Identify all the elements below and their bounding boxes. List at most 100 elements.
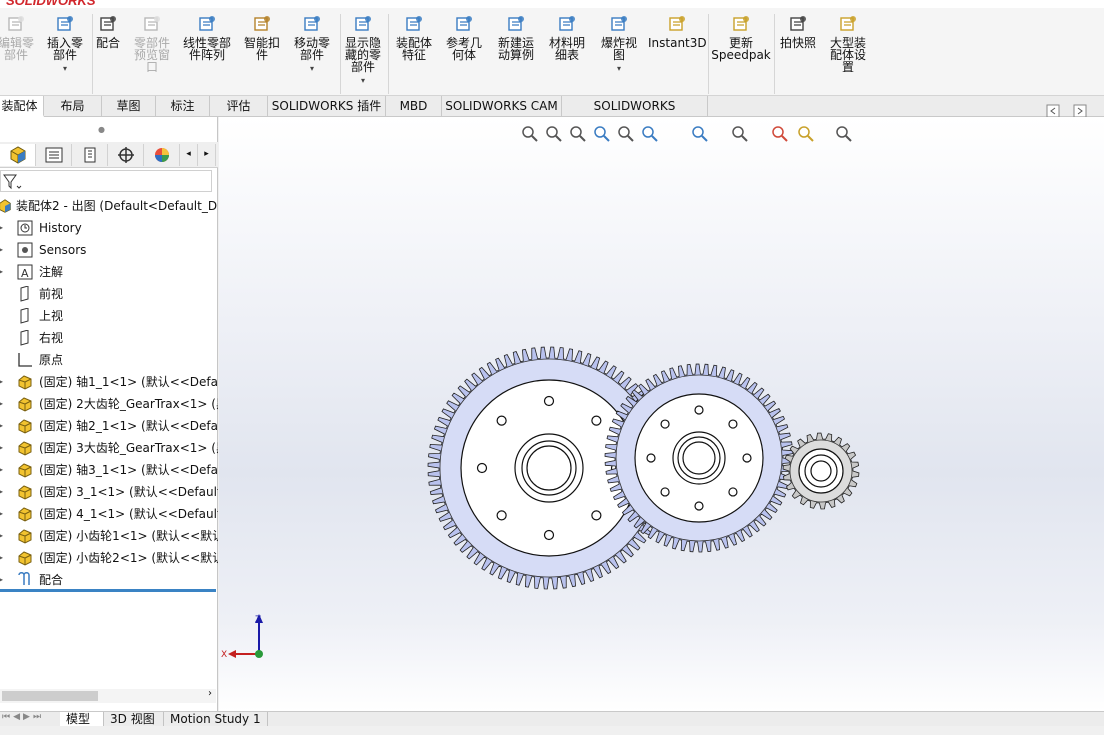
smart-fastener-button[interactable]: 智能扣 件 <box>238 14 286 96</box>
property-list-icon <box>45 147 62 163</box>
bolt-hole <box>660 487 670 497</box>
dropdown-arrow-icon[interactable]: ▾ <box>40 63 90 75</box>
ribbon-label: 装配体 特征 <box>395 36 432 62</box>
bolt-hole <box>496 510 507 521</box>
insert-component-button[interactable]: 插入零 部件 ▾ <box>40 14 90 96</box>
new-motion-study-button[interactable]: 新建运 动算例 <box>492 14 540 96</box>
tab-5[interactable]: SOLIDWORKS 插件 <box>268 96 386 117</box>
dropdown-arrow-icon[interactable]: ▾ <box>286 63 338 75</box>
tab-scroll-left-icon[interactable]: ◂ <box>180 144 198 166</box>
expand-arrow-icon[interactable]: ▸ <box>0 459 3 481</box>
tree-item[interactable]: ▸ (固定) 小齿轮2<1> (默认<<默认 <box>0 547 218 569</box>
tree-item-label: (固定) 2大齿轮_GearTrax<1> (黑 <box>39 397 218 411</box>
move-component-button[interactable]: 移动零 部件 ▾ <box>286 14 338 96</box>
expand-arrow-icon[interactable]: ▸ <box>0 437 3 459</box>
tree-item[interactable]: 前视 <box>0 283 218 305</box>
expand-arrow-icon[interactable]: ▸ <box>0 217 3 239</box>
bottom-tab-1[interactable]: 3D 视图 <box>104 712 164 727</box>
tree-item-label: Sensors <box>39 243 87 257</box>
expand-arrow-icon[interactable]: ▸ <box>0 503 3 525</box>
dropdown-arrow-icon[interactable]: ▾ <box>596 63 642 75</box>
expand-arrow-icon[interactable]: ▸ <box>0 525 3 547</box>
edit-component-button[interactable]: 编辑零 部件 <box>0 14 38 96</box>
tree-item[interactable]: ▸ A 注解 <box>0 261 218 283</box>
gear-circle <box>526 445 572 491</box>
tree-item[interactable]: ▸ (固定) 3_1<1> (默认<<Default> <box>0 481 218 503</box>
bottom-tab-2[interactable]: Motion Study 1 <box>164 712 268 727</box>
tree-item[interactable]: 右视 <box>0 327 218 349</box>
tree-horizontal-scrollbar[interactable]: › <box>0 688 216 703</box>
ribbon-label: 更新 Speedpak <box>711 36 771 62</box>
instant3d-button[interactable]: Instant3D <box>648 14 707 96</box>
scroll-right-arrow-icon[interactable]: › <box>208 688 212 699</box>
tree-item[interactable]: ▸ 配合 <box>0 569 218 591</box>
tree-item[interactable]: ▸ Sensors <box>0 239 218 261</box>
exploded-view-button[interactable]: 爆炸视 图 ▾ <box>596 14 642 96</box>
linear-pattern-button[interactable]: 线性零部 件阵列 <box>176 14 238 96</box>
large-assembly-button[interactable]: 大型装 配体设 置 <box>822 14 874 96</box>
tree-item-label: 上视 <box>39 309 64 323</box>
bolt-hole <box>694 405 704 415</box>
expand-arrow-icon[interactable]: ▸ <box>0 481 3 503</box>
assembly-feature-button[interactable]: 装配体 特征 <box>392 14 436 96</box>
display-manager-tab[interactable] <box>144 144 180 166</box>
expand-arrow-icon[interactable]: ▸ <box>0 547 3 569</box>
tab-8[interactable]: SOLIDWORKS Inspection <box>562 96 708 133</box>
dimxpert-tab[interactable] <box>108 144 144 166</box>
tab-4[interactable]: 评估 <box>210 96 268 117</box>
tree-item[interactable]: ▸ History <box>0 217 218 239</box>
tab-scroll-right-icon[interactable]: ▸ <box>198 144 216 166</box>
component-preview-button[interactable]: 零部件 预览窗 口 <box>126 14 178 96</box>
small-pinion-gear[interactable] <box>782 432 860 510</box>
graphics-viewport[interactable]: Z X <box>219 117 1104 711</box>
speedpak-button[interactable]: 更新 Speedpak <box>710 14 772 96</box>
tab-6[interactable]: MBD <box>386 96 442 117</box>
tree-item-label: (固定) 轴3_1<1> (默认<<Defau <box>39 463 218 477</box>
dropdown-arrow-icon[interactable]: ▾ <box>340 75 386 87</box>
tree-root-assembly[interactable]: 装配体2 - 出图 (Default<Default_Di <box>0 195 218 217</box>
tab-1[interactable]: 布局 <box>44 96 102 117</box>
tab-navigation-arrows-icon[interactable]: ⏮◀▶⏭ <box>2 712 44 722</box>
tab-0[interactable]: 装配体 <box>0 96 44 117</box>
tree-item[interactable]: 上视 <box>0 305 218 327</box>
tree-item[interactable]: 原点 <box>0 349 218 371</box>
assembly-feature-icon <box>406 16 422 31</box>
rollback-bar[interactable] <box>0 589 216 592</box>
configuration-manager-tab[interactable] <box>72 144 108 166</box>
snapshot-button[interactable]: 拍快照 <box>774 14 822 96</box>
tab-2[interactable]: 草图 <box>102 96 156 117</box>
expand-arrow-icon[interactable]: ▸ <box>0 569 3 591</box>
ribbon-label: 线性零部 件阵列 <box>182 36 231 62</box>
panel-grip-icon[interactable]: ● <box>98 125 105 134</box>
expand-arrow-icon[interactable]: ▸ <box>0 261 3 283</box>
tree-item[interactable]: ▸ (固定) 4_1<1> (默认<<Default> <box>0 503 218 525</box>
tree-item[interactable]: ▸ (固定) 轴1_1<1> (默认<<Defau <box>0 371 218 393</box>
bom-button[interactable]: 材料明 细表 <box>544 14 590 96</box>
bottom-tab-0[interactable]: 模型 <box>60 712 104 727</box>
tab-7[interactable]: SOLIDWORKS CAM <box>442 96 562 117</box>
expand-arrow-icon[interactable]: ▸ <box>0 371 3 393</box>
scrollbar-thumb[interactable] <box>2 691 98 701</box>
tree-item[interactable]: ▸ (固定) 小齿轮1<1> (默认<<默认 <box>0 525 218 547</box>
mate-button[interactable]: 配合 <box>90 14 126 96</box>
restore-icon[interactable] <box>1046 104 1096 118</box>
property-manager-tab[interactable] <box>36 144 72 166</box>
tree-item[interactable]: ▸ (固定) 轴2_1<1> (默认<<Defau <box>0 415 218 437</box>
reference-geometry-button[interactable]: 参考几 何体 <box>440 14 488 96</box>
tree-item-label: (固定) 4_1<1> (默认<<Default> <box>39 507 218 521</box>
bolt-hole <box>742 453 752 463</box>
tree-root-label: 装配体2 - 出图 (Default<Default_Di <box>16 199 218 213</box>
ribbon-label: Instant3D <box>648 36 707 50</box>
tree-filter-box[interactable] <box>0 170 212 192</box>
tree-item[interactable]: ▸ (固定) 2大齿轮_GearTrax<1> (黑 <box>0 393 218 415</box>
tree-item[interactable]: ▸ (固定) 轴3_1<1> (默认<<Defau <box>0 459 218 481</box>
expand-arrow-icon[interactable]: ▸ <box>0 239 3 261</box>
show-hidden-button[interactable]: 显示隐 藏的零 部件 ▾ <box>340 14 386 96</box>
bom-icon <box>559 16 575 31</box>
tree-item[interactable]: ▸ (固定) 3大齿轮_GearTrax<1> (黑 <box>0 437 218 459</box>
tab-3[interactable]: 标注 <box>156 96 210 117</box>
bolt-hole <box>543 529 555 541</box>
expand-arrow-icon[interactable]: ▸ <box>0 393 3 415</box>
expand-arrow-icon[interactable]: ▸ <box>0 415 3 437</box>
feature-manager-tab[interactable] <box>0 144 36 166</box>
